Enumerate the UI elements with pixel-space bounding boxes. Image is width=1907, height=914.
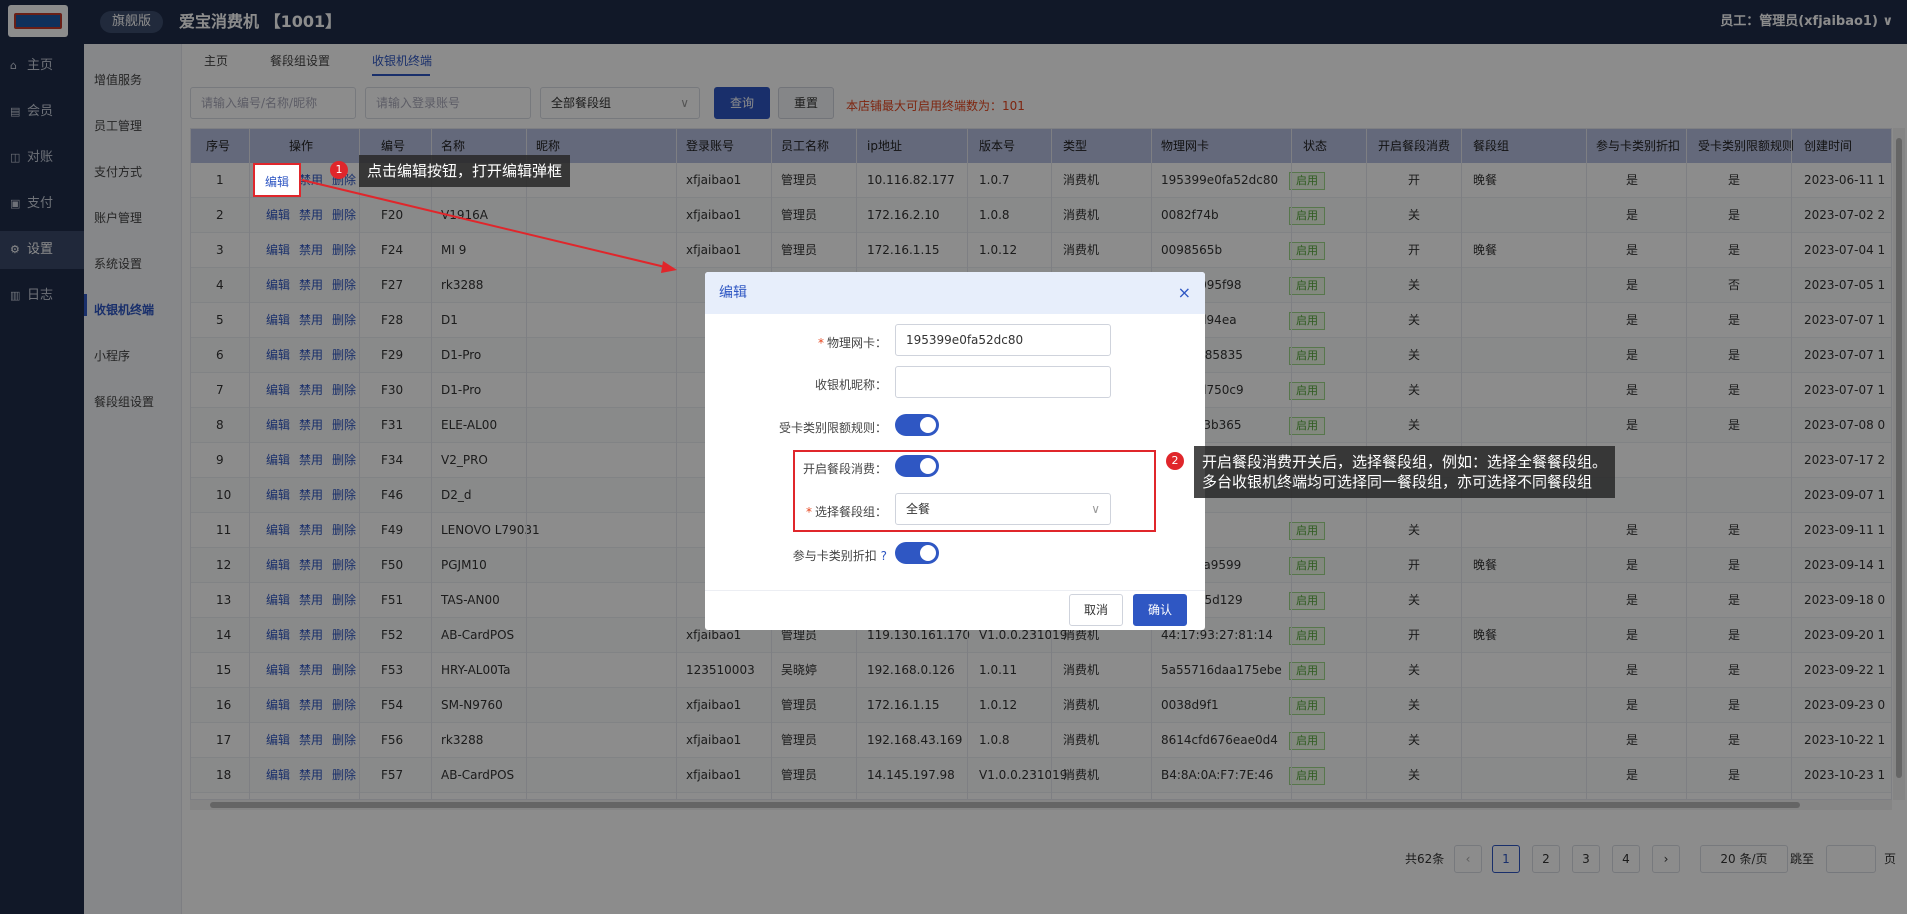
- step-2-marker: 2: [1166, 452, 1184, 470]
- step-1-tooltip: 点击编辑按钮，打开编辑弹框: [359, 155, 571, 187]
- step-1-marker: 1: [330, 161, 348, 179]
- meal-section-highlight: [793, 450, 1156, 532]
- step-2-tooltip: 开启餐段消费开关后，选择餐段组，例如：选择全餐餐段组。 多台收银机终端均可选择同…: [1194, 446, 1616, 498]
